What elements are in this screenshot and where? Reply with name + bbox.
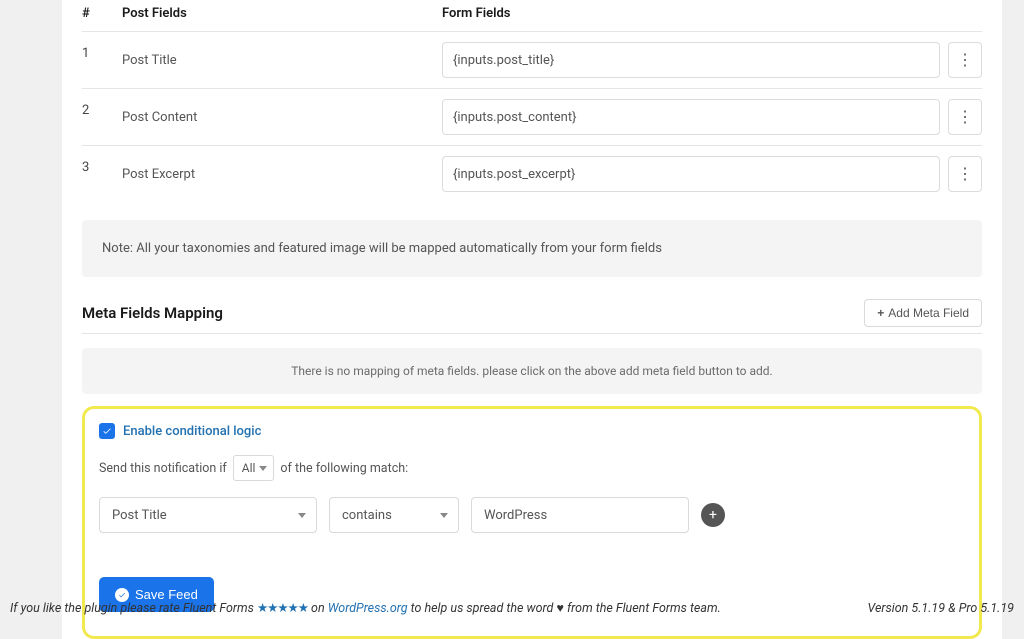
condition-row: Post Title contains WordPress + — [99, 497, 965, 533]
meta-fields-empty: There is no mapping of meta fields. plea… — [82, 348, 982, 394]
wordpress-org-link[interactable]: WordPress.org — [328, 601, 408, 616]
table-row: 1 Post Title {inputs.post_title} ⋮ — [82, 31, 982, 88]
row-actions-button[interactable]: ⋮ — [948, 99, 982, 135]
table-row: 3 Post Excerpt {inputs.post_excerpt} ⋮ — [82, 145, 982, 202]
footer-tail: from the Fluent Forms team. — [564, 601, 721, 616]
add-meta-field-label: Add Meta Field — [888, 306, 969, 320]
row-actions-button[interactable]: ⋮ — [948, 156, 982, 192]
row-actions-button[interactable]: ⋮ — [948, 42, 982, 78]
form-field-input[interactable]: {inputs.post_title} — [442, 42, 940, 78]
heart-icon: ♥ — [556, 601, 563, 616]
footer-post: to help us spread the word — [408, 601, 557, 616]
enable-conditional-checkbox[interactable] — [99, 423, 115, 439]
plus-icon: + — [877, 306, 884, 320]
check-icon — [102, 426, 112, 436]
condition-field-select[interactable]: Post Title — [99, 497, 317, 533]
post-field-label: Post Excerpt — [122, 167, 442, 182]
conditional-sentence: Send this notification if All of the fol… — [99, 455, 965, 481]
condition-operator-select[interactable]: contains — [329, 497, 459, 533]
form-field-input[interactable]: {inputs.post_excerpt} — [442, 156, 940, 192]
version-text: Version 5.1.19 & Pro 5.1.19 — [868, 601, 1014, 616]
form-field-input[interactable]: {inputs.post_content} — [442, 99, 940, 135]
add-condition-button[interactable]: + — [701, 503, 725, 527]
row-number: 3 — [82, 156, 122, 175]
plus-icon: + — [709, 507, 717, 523]
plugin-footer: If you like the plugin please rate Fluen… — [10, 600, 1014, 616]
kebab-icon: ⋮ — [957, 109, 973, 125]
rating-stars-icon[interactable]: ★★★★★ — [257, 601, 308, 616]
add-meta-field-button[interactable]: + Add Meta Field — [864, 299, 982, 327]
mapping-table-header: # Post Fields Form Fields — [82, 0, 982, 31]
condition-value-input[interactable]: WordPress — [471, 497, 689, 533]
sentence-pre: Send this notification if — [99, 461, 227, 476]
sentence-post: of the following match: — [280, 461, 408, 476]
col-header-form-field: Form Fields — [442, 6, 982, 21]
row-number: 2 — [82, 99, 122, 118]
footer-pre: If you like the plugin please rate Fluen… — [10, 601, 257, 616]
enable-conditional-label: Enable conditional logic — [123, 424, 261, 439]
row-number: 1 — [82, 42, 122, 61]
meta-fields-heading: Meta Fields Mapping — [82, 304, 223, 322]
post-field-label: Post Content — [122, 110, 442, 125]
taxonomy-note: Note: All your taxonomies and featured i… — [82, 220, 982, 277]
match-mode-select[interactable]: All — [233, 455, 275, 481]
footer-on: on — [308, 601, 328, 616]
col-header-post-field: Post Fields — [122, 6, 442, 21]
post-field-label: Post Title — [122, 53, 442, 68]
table-row: 2 Post Content {inputs.post_content} ⋮ — [82, 88, 982, 145]
kebab-icon: ⋮ — [957, 166, 973, 182]
col-header-number: # — [82, 6, 122, 21]
kebab-icon: ⋮ — [957, 52, 973, 68]
